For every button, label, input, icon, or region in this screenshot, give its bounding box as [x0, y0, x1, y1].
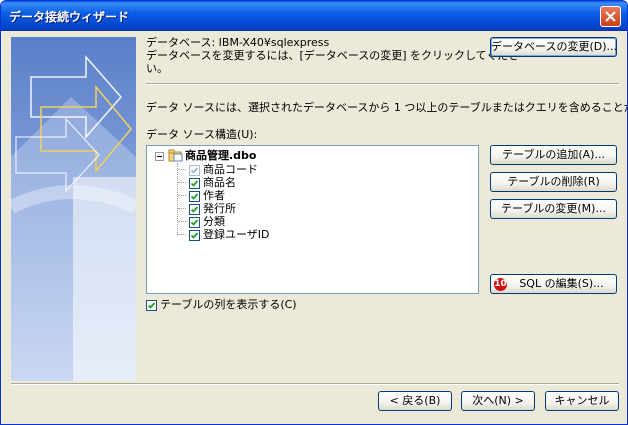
table-folder-icon: [168, 149, 183, 162]
title-bar[interactable]: データ接続ウィザード: [1, 1, 627, 31]
add-table-button[interactable]: テーブルの追加(A)...: [490, 145, 617, 165]
tree-field-item[interactable]: 商品コード: [189, 163, 258, 176]
edit-sql-button[interactable]: 10 SQL の編集(S)...: [490, 274, 617, 294]
data-source-tree[interactable]: 商品管理.dbo 商品コード 商品名 作者 発行所 分類 登録ユーザID: [146, 145, 479, 294]
show-columns-label: テーブルの列を表示する(C): [160, 298, 297, 311]
close-icon: [605, 11, 616, 22]
field-label: 分類: [203, 215, 225, 228]
separator-bottom: [11, 383, 619, 385]
checkmark-icon: [190, 192, 199, 200]
next-button[interactable]: 次へ(N) >: [461, 391, 535, 411]
field-label: 商品名: [203, 176, 236, 189]
tree-field-item[interactable]: 分類: [189, 215, 225, 228]
field-label: 商品コード: [203, 163, 258, 176]
description-text: データ ソースには、選択されたデータベースから 1 つ以上のテーブルまたはクエリ…: [146, 101, 627, 114]
field-checkbox[interactable]: [189, 203, 200, 215]
show-columns-option[interactable]: テーブルの列を表示する(C): [146, 298, 297, 311]
field-checkbox[interactable]: [189, 190, 200, 202]
checkmark-icon: [190, 218, 199, 226]
checkmark-icon: [147, 301, 156, 309]
back-button[interactable]: < 戻る(B): [378, 391, 452, 411]
field-label: 登録ユーザID: [203, 228, 270, 241]
change-database-button[interactable]: データベースの変更(D)...: [490, 37, 617, 57]
checkmark-icon: [190, 205, 199, 213]
field-checkbox[interactable]: [189, 164, 200, 176]
field-label: 発行所: [203, 202, 236, 215]
tree-field-item[interactable]: 商品名: [189, 176, 236, 189]
wizard-banner-image: [11, 37, 136, 381]
change-hint-line2: い。: [146, 62, 168, 75]
remove-table-button[interactable]: テーブルの削除(R): [490, 172, 617, 192]
tree-field-item[interactable]: 発行所: [189, 202, 236, 215]
field-checkbox[interactable]: [189, 229, 200, 241]
database-label: データベース: IBM-X40¥sqlexpress: [146, 36, 330, 49]
window-title: データ接続ウィザード: [9, 10, 130, 24]
field-checkbox[interactable]: [189, 177, 200, 189]
checkmark-icon: [190, 166, 199, 174]
tree-field-item[interactable]: 作者: [189, 189, 225, 202]
tree-field-item[interactable]: 登録ユーザID: [189, 228, 270, 241]
tree-root-label[interactable]: 商品管理.dbo: [185, 149, 256, 162]
cancel-button[interactable]: キャンセル: [545, 391, 619, 411]
structure-label: データ ソース構造(U):: [146, 128, 258, 141]
separator-top: [146, 83, 619, 85]
show-columns-checkbox[interactable]: [146, 299, 157, 311]
checkmark-icon: [190, 231, 199, 239]
change-table-button[interactable]: テーブルの変更(M)...: [490, 199, 617, 219]
field-label: 作者: [203, 189, 225, 202]
change-hint-line1: データベースを変更するには、[データベースの変更] をクリックしてくださ: [146, 49, 520, 62]
wizard-window: データ接続ウィザード データベース: IBM-X40¥sqlexpress デー…: [0, 0, 628, 425]
collapse-toggle[interactable]: [155, 152, 164, 161]
checkmark-icon: [190, 179, 199, 187]
close-button[interactable]: [600, 6, 621, 27]
field-checkbox[interactable]: [189, 216, 200, 228]
edit-sql-label: SQL の編集(S)...: [519, 277, 604, 290]
step-number-badge: 10: [494, 278, 507, 291]
